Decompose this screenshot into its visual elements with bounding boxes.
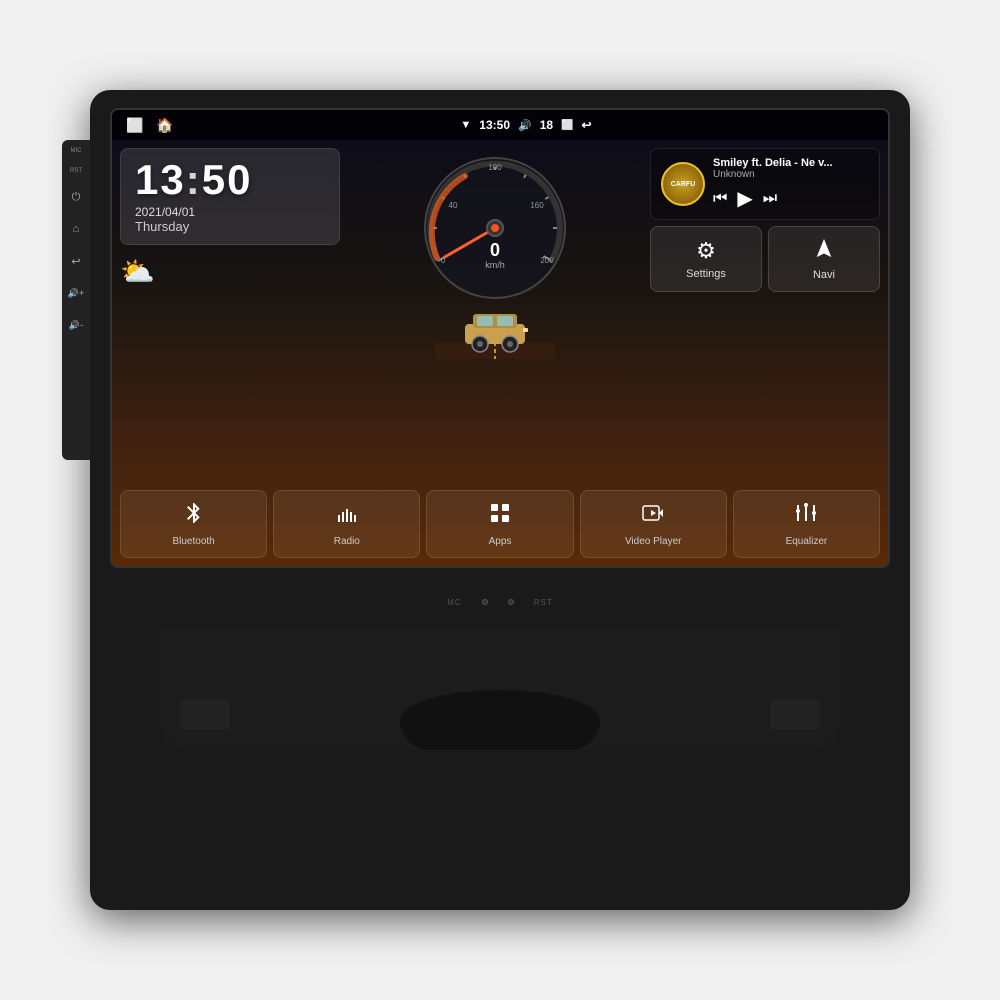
main-content: 13:50 2021/04/01 Thursday ⛅: [112, 140, 888, 566]
main-screen: ⬜ 🏠 ▼ 13:50 🔊 18 ⬜ ↩ 13:50 202: [110, 108, 890, 568]
car-illustration: [435, 304, 555, 359]
middle-panel: 0 40 100 160 200 0 km/h: [348, 148, 642, 558]
settings-button[interactable]: ⚙ Settings: [650, 226, 762, 292]
right-panel: CARFU Smiley ft. Delia - Ne v... Unknown…: [650, 148, 880, 558]
status-bar-center: ▼ 13:50 🔊 18 ⬜ ↩: [460, 118, 591, 132]
car-image-area: [435, 304, 555, 359]
back-status-icon: ↩: [582, 118, 592, 132]
music-controls: ⏮ ▶ ⏭: [713, 186, 869, 211]
music-title: Smiley ft. Delia - Ne v...: [713, 157, 869, 169]
prev-button[interactable]: ⏮: [713, 190, 727, 208]
clock-hours: 13: [135, 156, 186, 203]
speedometer-svg: 0 40 100 160 200 0 km/h: [415, 148, 575, 308]
next-button[interactable]: ⏭: [763, 190, 777, 208]
weather-widget: ⛅: [120, 251, 340, 292]
home-side-button[interactable]: ⌂: [67, 220, 85, 238]
wifi-icon: ▼: [460, 119, 471, 131]
music-widget[interactable]: CARFU Smiley ft. Delia - Ne v... Unknown…: [650, 148, 880, 220]
play-button[interactable]: ▶: [737, 186, 752, 211]
dot-2: [508, 599, 514, 605]
rst-bottom-label: RST: [534, 598, 553, 607]
bracket-right: [770, 700, 820, 730]
car-unit: MIC RST ⏻ ⌂ ↩ 🔊+ 🔊- ⬜ 🏠 ▼ 13:50 🔊 18 ⬜ ↩: [90, 90, 910, 910]
vol-down-button[interactable]: 🔊-: [67, 316, 85, 334]
volume-icon: 🔊: [518, 119, 532, 132]
speedometer-widget: 0 40 100 160 200 0 km/h: [415, 148, 575, 308]
settings-label: Settings: [686, 268, 726, 280]
navi-button[interactable]: Navi: [768, 226, 880, 292]
clock-display: 13:50: [135, 159, 252, 201]
svg-text:km/h: km/h: [485, 260, 505, 270]
music-artist: Unknown: [713, 169, 869, 180]
rst-label: RST: [70, 168, 82, 174]
bottom-decorative: MC RST: [110, 572, 890, 632]
settings-navi-row: ⚙ Settings Navi: [650, 226, 880, 292]
status-bar-left: ⬜ 🏠: [124, 114, 176, 136]
side-panel: MIC RST ⏻ ⌂ ↩ 🔊+ 🔊-: [62, 140, 90, 460]
clock-day: Thursday: [135, 219, 189, 234]
svg-text:200: 200: [540, 256, 554, 265]
svg-text:160: 160: [530, 201, 544, 210]
left-panel: 13:50 2021/04/01 Thursday ⛅: [120, 148, 340, 558]
vol-up-button[interactable]: 🔊+: [67, 284, 85, 302]
bracket-left: [180, 700, 230, 730]
music-logo: CARFU: [661, 162, 705, 206]
status-bar: ⬜ 🏠 ▼ 13:50 🔊 18 ⬜ ↩: [112, 110, 888, 140]
clock-minutes: 50: [202, 156, 253, 203]
svg-text:0: 0: [441, 256, 446, 265]
back-side-button[interactable]: ↩: [67, 252, 85, 270]
status-time: 13:50: [479, 118, 510, 132]
clock-date: 2021/04/01: [135, 205, 195, 219]
mount-area: [160, 630, 840, 750]
dot-1: [482, 599, 488, 605]
house-nav-icon[interactable]: 🏠: [154, 114, 176, 136]
svg-text:0: 0: [490, 240, 500, 260]
clock-widget: 13:50 2021/04/01 Thursday: [120, 148, 340, 245]
navi-label: Navi: [813, 269, 835, 281]
volume-level: 18: [540, 118, 553, 132]
home-nav-icon[interactable]: ⬜: [124, 114, 146, 136]
music-logo-text: CARFU: [671, 181, 696, 188]
mc-label: MC: [447, 598, 461, 607]
power-button[interactable]: ⏻: [67, 188, 85, 206]
weather-icon: ⛅: [120, 255, 155, 288]
window-icon: ⬜: [561, 120, 573, 131]
svg-text:100: 100: [488, 163, 502, 172]
music-info: Smiley ft. Delia - Ne v... Unknown ⏮ ▶ ⏭: [713, 157, 869, 211]
bottom-unit: MC RST: [110, 572, 890, 750]
navi-icon: [813, 237, 835, 265]
mic-label: MIC: [71, 148, 82, 154]
svg-text:40: 40: [449, 201, 458, 210]
settings-icon: ⚙: [696, 238, 716, 264]
